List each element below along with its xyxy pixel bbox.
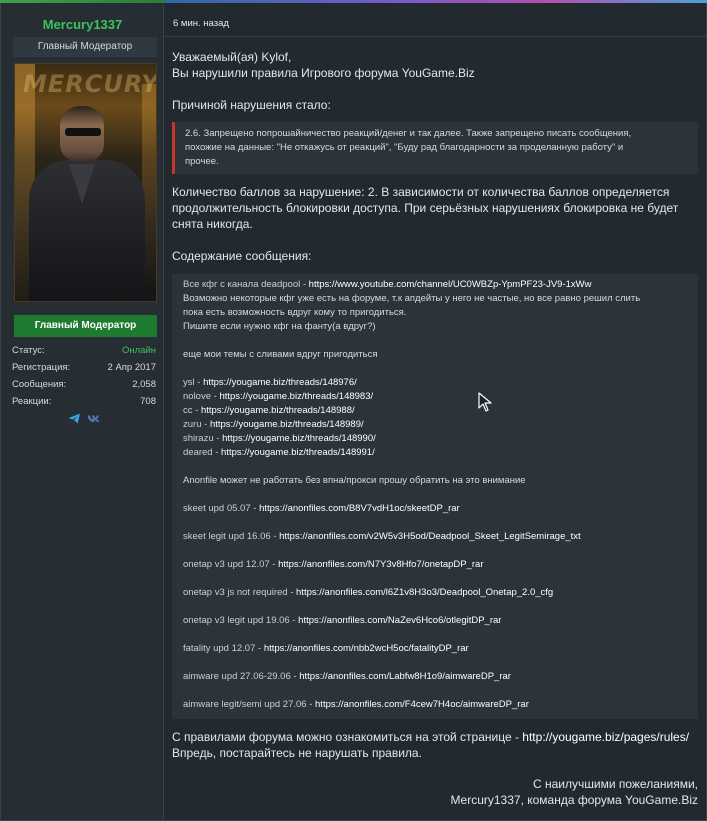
config-line: aimware upd 27.06-29.06 - https://anonfi… (183, 670, 690, 684)
stat-row-status: Статус: Онлайн (12, 342, 156, 359)
stat-label: Статус: (12, 345, 45, 356)
rules-after-text: Впредь, постарайтесь не нарушать правила… (172, 746, 422, 760)
thread-label: ysl - (183, 377, 204, 388)
config-label: onetap v3 upd 12.07 - (183, 559, 279, 570)
greeting-text: Уважаемый(ая) Kylof, (172, 50, 292, 64)
role-badge: Главный Модератор (14, 315, 157, 337)
user-title: Главный Модератор (13, 37, 157, 57)
config-label: skeet legit upd 16.06 - (183, 531, 280, 542)
post-header-divider (165, 36, 706, 37)
signature-line: С наилучшими пожеланиями, (532, 777, 698, 791)
thread-line: zuru - https://yougame.biz/threads/14898… (183, 418, 690, 432)
thread-link[interactable]: https://yougame.biz/threads/148990/ (222, 433, 376, 444)
channel-label: Все кфг с канала deadpool - (183, 279, 309, 290)
signature-block: С наилучшими пожеланиями, Mercury1337, к… (451, 776, 698, 808)
user-stats: Статус: Онлайн Регистрация: 2 Апр 2017 С… (12, 342, 156, 410)
config-label: fatality upd 12.07 - (183, 643, 264, 654)
rules-text: С правилами форума можно ознакомиться на… (172, 730, 523, 744)
stat-label: Реакции: (12, 396, 52, 407)
thread-line: shirazu - https://yougame.biz/threads/14… (183, 432, 690, 446)
anonfile-note: Anonfile может не работать без впна/прок… (183, 475, 526, 486)
config-link[interactable]: https://anonfiles.com/NaZev6Hco6/otlegit… (298, 615, 501, 626)
channel-link[interactable]: https://www.youtube.com/channel/UC0WBZp-… (309, 279, 592, 290)
config-link[interactable]: https://anonfiles.com/l6Z1v8H3o3/Deadpoo… (296, 587, 553, 598)
thread-label: shirazu - (183, 433, 223, 444)
rule-quote: 2.6. Запрещено попрошайничество реакций/… (172, 122, 698, 174)
thread-label: zuru - (183, 419, 210, 430)
config-link[interactable]: https://anonfiles.com/B8V7vdH1oc/skeetDP… (259, 503, 460, 514)
user-sidebar: Mercury1337 Главный Модератор MERCURY Гл… (1, 3, 164, 820)
rule-line: 2.6. Запрещено попрошайничество реакций/… (185, 128, 632, 139)
rules-link[interactable]: http://yougame.biz/pages/rules/ (522, 730, 689, 744)
config-link[interactable]: https://anonfiles.com/nbb2wcH5oc/fatalit… (264, 643, 469, 654)
config-link[interactable]: https://anonfiles.com/F4cew7H4oc/aimware… (315, 699, 529, 710)
config-line: skeet legit upd 16.06 - https://anonfile… (183, 530, 690, 544)
greeting-block: Уважаемый(ая) Kylof, Вы нарушили правила… (172, 49, 475, 81)
post-main: 6 мин. назад Уважаемый(ая) Kylof, Вы нар… (165, 3, 706, 820)
points-line: снята никогда. (172, 217, 253, 231)
thread-link[interactable]: https://yougame.biz/threads/148991/ (221, 447, 375, 458)
points-block: Количество баллов за нарушение: 2. В зав… (172, 184, 678, 232)
signature-line: Mercury1337, команда форума YouGame.Biz (450, 793, 698, 807)
thread-link[interactable]: https://yougame.biz/threads/148976/ (203, 377, 357, 388)
thread-link[interactable]: https://yougame.biz/threads/148983/ (219, 391, 373, 402)
stat-row-registration: Регистрация: 2 Апр 2017 (12, 359, 156, 376)
thread-link[interactable]: https://yougame.biz/threads/148989/ (210, 419, 364, 430)
rule-line: похожие на данные: "Не откажусь от реакц… (185, 142, 624, 153)
config-link[interactable]: https://anonfiles.com/Labfw8H1o9/aimware… (299, 671, 511, 682)
thread-line: cc - https://yougame.biz/threads/148988/ (183, 404, 690, 418)
rules-line: С правилами форума можно ознакомиться на… (172, 729, 689, 745)
config-label: onetap v3 js not required - (183, 587, 297, 598)
thread-line: ysl - https://yougame.biz/threads/148976… (183, 376, 690, 390)
config-line: onetap v3 legit upd 19.06 - https://anon… (183, 614, 690, 628)
telegram-icon[interactable] (68, 413, 81, 424)
thread-label: nolove - (183, 391, 220, 402)
violation-text: Вы нарушили правила Игрового форума YouG… (172, 66, 475, 80)
thread-label: cc - (183, 405, 201, 416)
points-line: Количество баллов за нарушение: 2. В зав… (172, 185, 670, 199)
username-link[interactable]: Mercury1337 (1, 17, 164, 32)
reason-heading: Причиной нарушения стало: (172, 98, 331, 112)
mouse-cursor-icon (478, 392, 492, 412)
config-line: fatality upd 12.07 - https://anonfiles.c… (183, 642, 690, 656)
stat-row-reactions: Реакции: 708 (12, 393, 156, 410)
stat-value-online: Онлайн (121, 345, 156, 356)
points-line: продолжительность блокировки доступа. Пр… (172, 201, 679, 215)
avatar[interactable]: MERCURY (14, 63, 157, 302)
thread-link[interactable]: https://yougame.biz/threads/148988/ (201, 405, 355, 416)
config-link[interactable]: https://anonfiles.com/N7Y3v8Hfo7/onetapD… (278, 559, 483, 570)
stat-row-messages: Сообщения: 2,058 (12, 376, 156, 393)
config-link[interactable]: https://anonfiles.com/v2W5v3H5od/Deadpoo… (279, 531, 581, 542)
rules-block: С правилами форума можно ознакомиться на… (172, 729, 689, 761)
stat-value: 2 Апр 2017 (107, 362, 156, 373)
note-line: пока есть возможность вдруг кому то приг… (183, 307, 407, 318)
channel-line: Все кфг с канала deadpool - https://www.… (183, 278, 690, 292)
config-line: onetap v3 js not required - https://anon… (183, 586, 690, 600)
other-themes-line: еще мои темы с сливами вдруг пригодиться (183, 349, 378, 360)
stat-value: 2,058 (132, 379, 156, 390)
config-line: skeet upd 05.07 - https://anonfiles.com/… (183, 502, 690, 516)
thread-label: deared - (183, 447, 222, 458)
content-heading: Содержание сообщения: (172, 249, 312, 263)
message-content-box: Все кфг с канала deadpool - https://www.… (172, 274, 698, 719)
stat-label: Регистрация: (12, 362, 71, 373)
vk-icon[interactable] (87, 413, 100, 424)
avatar-figure-glasses (65, 128, 101, 136)
config-label: aimware upd 27.06-29.06 - (183, 671, 300, 682)
thread-line: nolove - https://yougame.biz/threads/148… (183, 390, 690, 404)
avatar-logo-text: MERCURY (23, 70, 157, 98)
note-line: Пишите если нужно кфг на фанту(а вдруг?) (183, 321, 376, 332)
post-timestamp[interactable]: 6 мин. назад (173, 18, 229, 29)
config-label: aimware legit/semi upd 27.06 - (183, 699, 316, 710)
stat-label: Сообщения: (12, 379, 67, 390)
thread-line: deared - https://yougame.biz/threads/148… (183, 446, 690, 460)
config-line: onetap v3 upd 12.07 - https://anonfiles.… (183, 558, 690, 572)
note-line: Возможно некоторые кфг уже есть на форум… (183, 293, 641, 304)
stat-value: 708 (140, 396, 156, 407)
config-label: skeet upd 05.07 - (183, 503, 260, 514)
config-label: onetap v3 legit upd 19.06 - (183, 615, 299, 626)
rule-line: прочее. (185, 156, 219, 167)
config-line: aimware legit/semi upd 27.06 - https://a… (183, 698, 690, 712)
social-links (68, 413, 100, 424)
